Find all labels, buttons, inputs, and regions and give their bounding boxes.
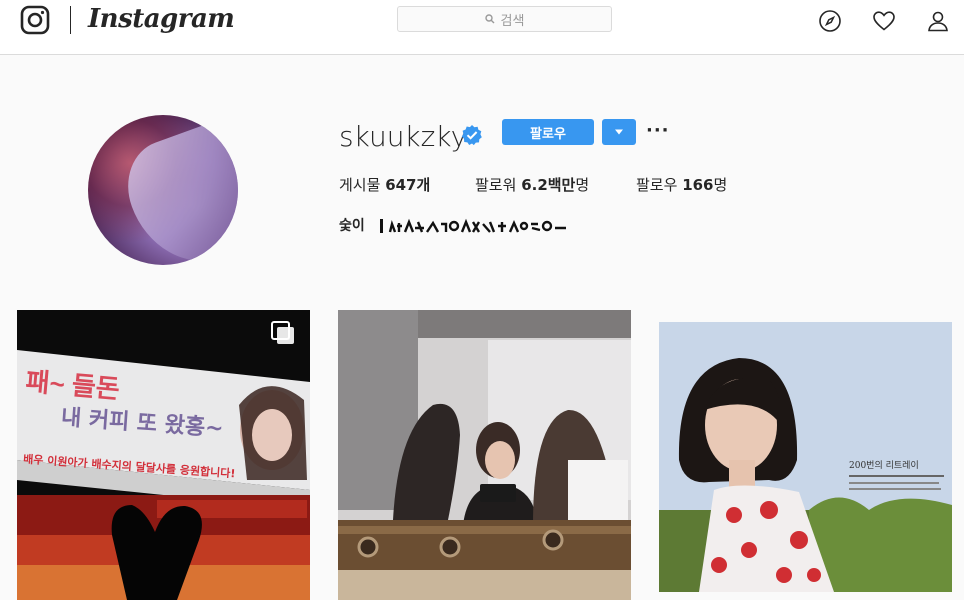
post-thumbnail-1[interactable]: 패~ 들돈 내 커피 또 왔홍~ 배우 이원아가 배수지의 달달사를 응원합니다… xyxy=(17,310,310,600)
followers-count-value: 6.2백만 xyxy=(521,176,576,194)
suggested-accounts-dropdown-button[interactable] xyxy=(602,119,636,145)
instagram-camera-icon[interactable] xyxy=(20,5,50,35)
post3-photo xyxy=(659,310,952,600)
more-options-button[interactable]: ··· xyxy=(646,118,670,144)
followers-count-label: 팔로워 xyxy=(475,176,517,194)
search-placeholder: 검색 xyxy=(500,13,525,29)
follow-button[interactable]: 팔로우 xyxy=(502,119,594,145)
followers-count-suffix: 명 xyxy=(575,176,590,194)
search-icon xyxy=(484,14,495,24)
following-count[interactable]: 팔로우 166명 xyxy=(636,175,727,195)
profile-user-icon[interactable] xyxy=(926,9,950,33)
profile-avatar[interactable] xyxy=(88,115,238,265)
profile-bio: 숯이 xyxy=(339,218,365,234)
following-count-value: 166 xyxy=(682,176,714,194)
heart-activity-icon[interactable] xyxy=(872,9,896,33)
post3-caption-text: 200번의 리트레이 xyxy=(849,461,919,471)
following-count-label: 팔로우 xyxy=(636,176,678,194)
post2-photo xyxy=(338,310,631,600)
search-input[interactable]: 검색 xyxy=(397,6,612,32)
profile-username: skuukzky xyxy=(339,120,468,153)
posts-count-value: 647개 xyxy=(385,176,431,194)
followers-count[interactable]: 팔로워 6.2백만명 xyxy=(475,175,589,195)
caret-down-icon xyxy=(615,129,623,135)
verified-badge-icon xyxy=(461,125,482,146)
post-thumbnail-2[interactable] xyxy=(338,310,631,600)
explore-compass-icon[interactable] xyxy=(818,9,842,33)
bio-symbol-decorations-icon xyxy=(380,218,566,233)
following-count-suffix: 명 xyxy=(713,176,728,194)
post-thumbnail-3[interactable]: 200번의 리트레이 xyxy=(659,310,952,600)
posts-count-label: 게시물 xyxy=(339,176,381,194)
top-nav-bar: Instagram 검색 xyxy=(0,0,964,55)
posts-count[interactable]: 게시물 647개 xyxy=(339,175,430,195)
logo-divider xyxy=(70,6,71,34)
multiple-photos-icon xyxy=(271,321,294,344)
avatar-photo-detail xyxy=(114,120,238,265)
instagram-wordmark[interactable]: Instagram xyxy=(88,0,235,38)
